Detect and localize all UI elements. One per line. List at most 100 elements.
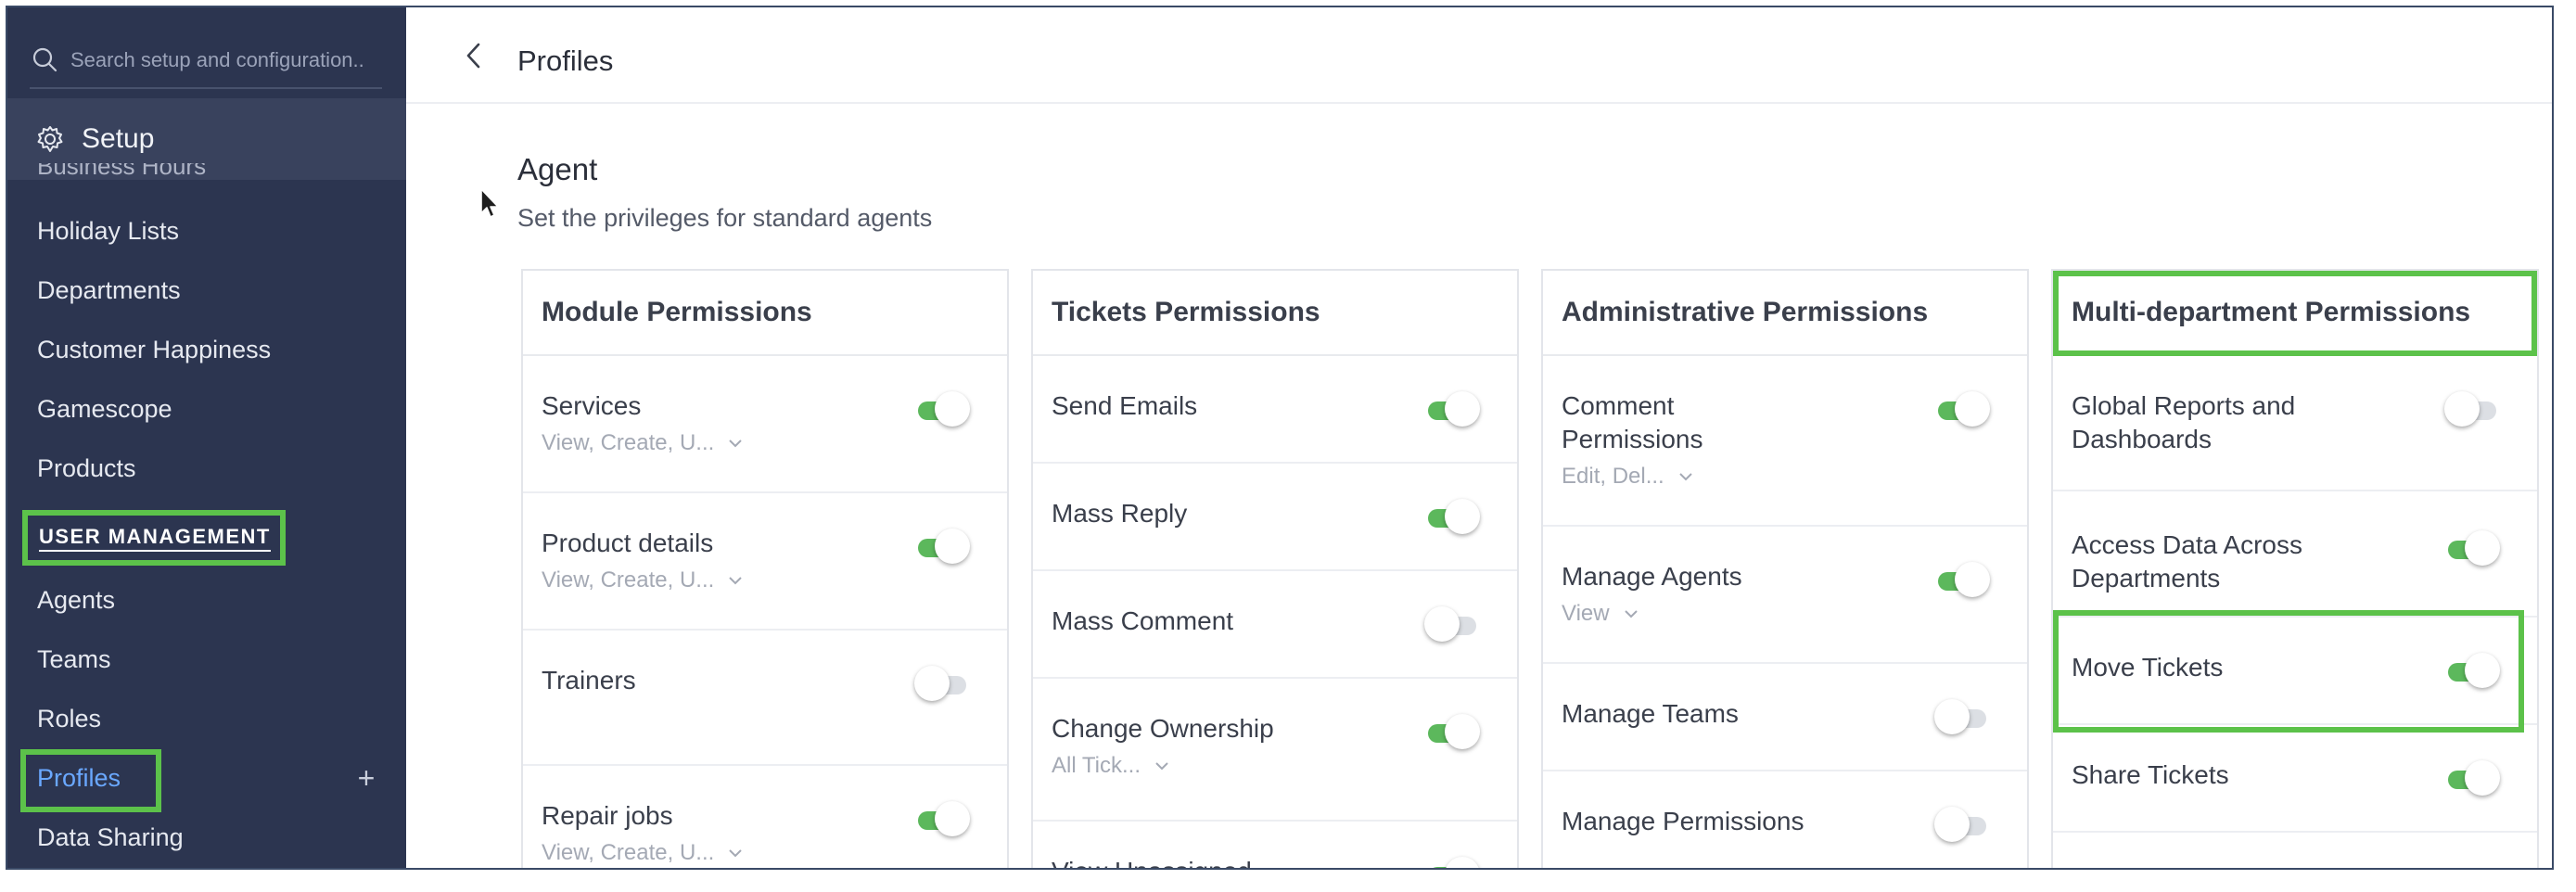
- setup-label: Setup: [82, 123, 155, 154]
- permission-row-share-tickets: Share Tickets: [2053, 725, 2537, 833]
- permission-label: Trainers: [542, 666, 636, 694]
- permission-row-change-ownership: Change Ownership All Tick...: [1033, 679, 1517, 822]
- search-input[interactable]: [70, 48, 367, 72]
- permission-label: Global Reports and Dashboards: [2072, 391, 2296, 453]
- toggle-share-tickets[interactable]: [2444, 760, 2500, 796]
- main-content: Profiles Agent Set the privileges for st…: [406, 7, 2552, 868]
- permission-row-access-data-across-departments: Access Data Across Departments: [2053, 491, 2537, 618]
- search-box: [30, 33, 382, 89]
- search-icon: [32, 47, 57, 72]
- permission-row-comment-permissions: Comment Permissions Edit, Del...: [1543, 356, 2027, 527]
- permission-row-product-details: Product details View, Create, U...: [523, 493, 1007, 631]
- permission-scope-dropdown[interactable]: Edit, Del...: [1562, 464, 1694, 490]
- permission-label: Mass Comment: [1052, 606, 1234, 635]
- panel-title: Administrative Permissions: [1543, 271, 2027, 356]
- profile-description: Set the privileges for standard agents: [517, 204, 933, 232]
- toggle-global-reports[interactable]: [2444, 391, 2500, 427]
- permission-scope-dropdown[interactable]: View: [1562, 601, 1639, 627]
- permission-label: Manage Teams: [1562, 699, 1739, 728]
- chevron-down-icon: [729, 440, 743, 448]
- toggle-product-details[interactable]: [914, 529, 970, 564]
- permission-row-repair-jobs: Repair jobs View, Create, U...: [523, 766, 1007, 868]
- sidebar-item-agents[interactable]: Agents: [37, 586, 115, 615]
- permission-row-mass-comment: Mass Comment: [1033, 571, 1517, 679]
- toggle-repair-jobs[interactable]: [914, 801, 970, 836]
- sidebar-section-user-management: USER MANAGEMENT: [22, 510, 286, 566]
- toggle-mass-comment[interactable]: [1424, 606, 1480, 642]
- permission-label: Manage Permissions: [1562, 807, 1804, 835]
- sidebar: Setup Business Hours Holiday Lists Depar…: [7, 7, 406, 868]
- permission-label: Share Tickets: [2072, 760, 2229, 789]
- permission-scope: View, Create, U...: [542, 567, 715, 593]
- panel-tickets-permissions: Tickets Permissions Send Emails Mass Rep…: [1031, 269, 1519, 868]
- page-title: Profiles: [517, 45, 614, 77]
- permission-label: Comment Permissions: [1562, 391, 1703, 453]
- panel-title: Module Permissions: [523, 271, 1007, 356]
- toggle-move-tickets[interactable]: [2444, 653, 2500, 688]
- permission-row-move-tickets: Move Tickets: [2053, 618, 2537, 725]
- add-profile-button[interactable]: +: [352, 763, 380, 793]
- toggle-manage-permissions[interactable]: [1934, 807, 1990, 842]
- toggle-services[interactable]: [914, 391, 970, 427]
- panel-multi-department-permissions: Multi-department Permissions Global Repo…: [2051, 269, 2539, 868]
- sidebar-item-customer-happiness[interactable]: Customer Happiness: [37, 336, 271, 364]
- sidebar-item-roles[interactable]: Roles: [37, 705, 101, 733]
- sidebar-item-holiday-lists[interactable]: Holiday Lists: [37, 217, 179, 246]
- toggle-send-emails[interactable]: [1424, 391, 1480, 427]
- permission-scope: View, Create, U...: [542, 430, 715, 455]
- panel-module-permissions: Module Permissions Services View, Create…: [521, 269, 1009, 868]
- permission-row-manage-teams: Manage Teams: [1543, 664, 2027, 771]
- toggle-trainers[interactable]: [914, 666, 970, 701]
- permission-scope-dropdown[interactable]: View, Create, U...: [542, 430, 744, 456]
- permission-label: Services: [542, 391, 642, 420]
- permission-row-manage-permissions: Manage Permissions: [1543, 771, 2027, 868]
- top-bar: Profiles: [406, 7, 2552, 104]
- permission-label: Send Emails: [1052, 391, 1198, 420]
- sidebar-item-departments[interactable]: Departments: [37, 276, 181, 305]
- permission-scope-dropdown[interactable]: All Tick...: [1052, 753, 1170, 779]
- profiles-highlight: [20, 749, 161, 812]
- permission-scope: Edit, Del...: [1562, 464, 1664, 489]
- chevron-down-icon: [1155, 762, 1168, 771]
- sidebar-item-gamescope[interactable]: Gamescope: [37, 395, 172, 424]
- toggle-comment-permissions[interactable]: [1934, 391, 1990, 427]
- mouse-cursor-icon: [480, 188, 499, 218]
- permission-row-mass-reply: Mass Reply: [1033, 464, 1517, 571]
- toggle-manage-teams[interactable]: [1934, 699, 1990, 734]
- sidebar-item-business-hours[interactable]: Business Hours: [37, 163, 206, 176]
- permission-scope: View: [1562, 601, 1610, 626]
- permission-scope-dropdown[interactable]: View, Create, U...: [542, 840, 744, 866]
- sidebar-item-products[interactable]: Products: [37, 454, 136, 483]
- permission-label: Product details: [542, 529, 714, 557]
- toggle-access-data-across-departments[interactable]: [2444, 530, 2500, 566]
- chevron-down-icon: [1624, 610, 1638, 618]
- panel-title: Multi-department Permissions: [2053, 271, 2537, 356]
- permission-row-view-unassigned: View Unassigned: [1033, 822, 1517, 868]
- chevron-down-icon: [1679, 473, 1692, 481]
- section-title: USER MANAGEMENT: [39, 525, 271, 552]
- toggle-view-unassigned[interactable]: [1424, 857, 1480, 868]
- permission-label: View Unassigned: [1052, 855, 1330, 868]
- sidebar-item-data-sharing[interactable]: Data Sharing: [37, 823, 184, 852]
- back-arrow-icon[interactable]: [460, 39, 488, 72]
- permission-row-global-reports: Global Reports and Dashboards: [2053, 356, 2537, 491]
- chevron-down-icon: [729, 577, 743, 585]
- toggle-manage-agents[interactable]: [1934, 562, 1990, 597]
- permission-scope-dropdown[interactable]: View, Create, U...: [542, 567, 744, 593]
- chevron-down-icon: [729, 849, 743, 858]
- permission-scope: View, Create, U...: [542, 840, 715, 865]
- permission-row-services: Services View, Create, U...: [523, 356, 1007, 493]
- permission-label: Repair jobs: [542, 801, 673, 830]
- permission-row-trainers: Trainers: [523, 631, 1007, 766]
- permission-label: Access Data Across Departments: [2072, 530, 2302, 593]
- panel-administrative-permissions: Administrative Permissions Comment Permi…: [1541, 269, 2029, 868]
- toggle-mass-reply[interactable]: [1424, 499, 1480, 534]
- permission-label: Change Ownership: [1052, 714, 1274, 743]
- sidebar-item-teams[interactable]: Teams: [37, 645, 111, 674]
- permission-row-send-emails: Send Emails: [1033, 356, 1517, 464]
- toggle-change-ownership[interactable]: [1424, 714, 1480, 749]
- permission-label: Move Tickets: [2072, 653, 2224, 682]
- panel-title: Tickets Permissions: [1033, 271, 1517, 356]
- gear-icon: [37, 126, 63, 152]
- permission-row-manage-agents: Manage Agents View: [1543, 527, 2027, 664]
